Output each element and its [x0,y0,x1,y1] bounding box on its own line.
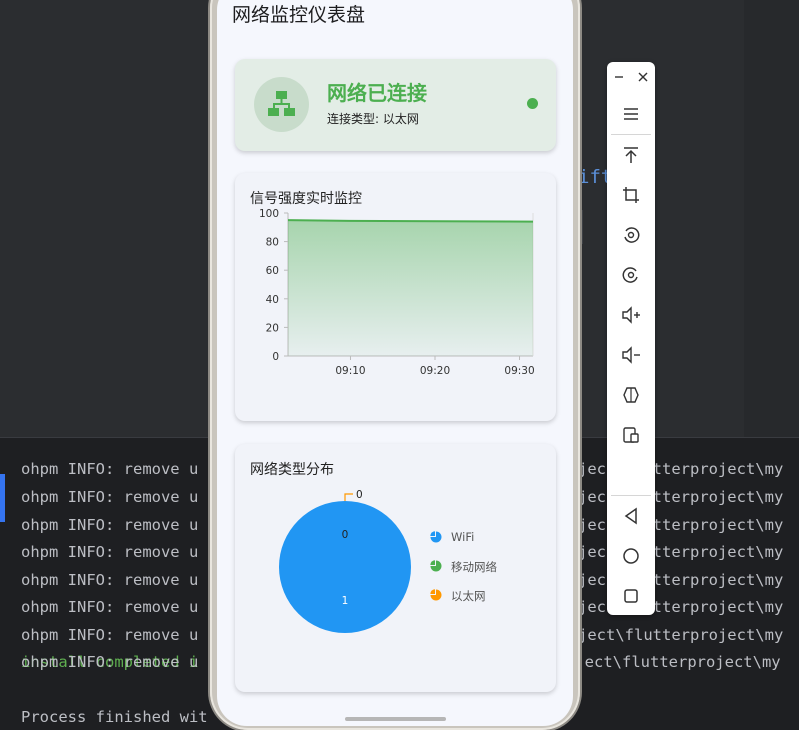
signal-chart-card: 信号强度实时监控 0 20 40 60 80 100 09:10 09:20 09:30 [235,173,556,421]
network-hierarchy-icon [254,77,309,132]
close-icon[interactable] [625,62,661,92]
ide-right-strip [744,0,799,437]
crop-icon[interactable] [607,177,655,213]
legend-pie-icon [430,531,442,543]
volume-up-icon[interactable] [607,297,655,333]
status-indicator-dot [527,98,538,109]
pie-slice[interactable] [279,501,411,633]
status-subtitle: 连接类型: 以太网 [327,112,419,126]
y-tick-label: 40 [266,294,279,306]
legend-item[interactable]: WiFi [430,530,475,544]
legend-item[interactable]: 移动网络 [430,559,497,575]
signal-area-chart: 0 20 40 60 80 100 09:10 09:20 09:30 [259,208,535,377]
rotate-right-icon[interactable] [607,257,655,293]
console-line: ohpm INFO: remove u [21,460,199,478]
console-line-right: oject\flutterproject\my [566,653,781,671]
y-tick-label: 60 [266,265,279,277]
signal-series-line [287,219,534,223]
console-line: ohpm INFO: remove u [21,653,199,671]
volume-down-icon[interactable] [607,337,655,373]
x-tick-label: 09:10 [335,365,365,377]
toolbar-divider [611,134,651,135]
editor-cursor-line [580,210,583,244]
toolbar-divider [611,495,651,496]
home-icon[interactable] [607,538,655,574]
fold-device-icon[interactable] [607,377,655,413]
pie-data-label: 0 [342,529,349,541]
legend-label: WiFi [451,530,475,544]
rotate-left-icon[interactable] [607,217,655,253]
device-screen[interactable]: 网络监控仪表盘 网络已连接 连接类型: 以太网 信号强度实时监控 0 20 40 60… [217,0,573,726]
network-type-pie-chart: 1 0 0 [279,489,411,633]
y-tick-label: 100 [259,208,279,220]
console-line: ohpm INFO: remove u [21,515,199,534]
page-title: 网络监控仪表盘 [232,4,366,26]
x-tick-label: 09:30 [504,365,534,377]
screenshot-icon[interactable] [607,417,655,453]
network-status-card: 网络已连接 连接类型: 以太网 [235,59,556,151]
console-line: ohpm INFO: remove u [21,543,199,561]
emulator-toolbar [607,62,655,615]
console-gutter-marker [0,474,5,522]
legend-item[interactable]: 以太网 [430,588,486,604]
console-process-line: Process finished wit [21,708,208,726]
legend-label: 移动网络 [451,560,497,574]
y-tick-label: 80 [266,237,279,249]
legend-pie-icon [430,560,442,572]
pie-data-label: 1 [342,595,349,607]
gesture-home-bar[interactable] [345,717,446,721]
status-title: 网络已连接 [327,81,427,105]
console-line: ohpm INFO: remove u [21,625,199,644]
console-line-right: ject\flutterproject\my [578,625,784,644]
signal-area-fill [288,220,533,356]
pie-label-leader [344,493,353,501]
legend-label: 以太网 [451,589,486,603]
console-line: ohpm INFO: remove u [21,488,199,506]
pie-data-label: 0 [356,489,363,501]
y-tick-label: 20 [266,322,279,334]
x-tick-label: 09:20 [420,365,450,377]
menu-icon[interactable] [607,96,655,132]
console-line: ohpm INFO: remove u [21,570,199,589]
pin-top-icon[interactable] [607,137,655,173]
back-icon[interactable] [607,498,655,534]
overview-icon[interactable] [607,578,655,614]
legend-pie-icon [430,589,442,601]
y-tick-label: 0 [272,351,279,363]
console-line: ohpm INFO: remove u [21,598,199,616]
network-type-card: 网络类型分布 100 WiFi 移动网络 以太网 [235,444,556,692]
